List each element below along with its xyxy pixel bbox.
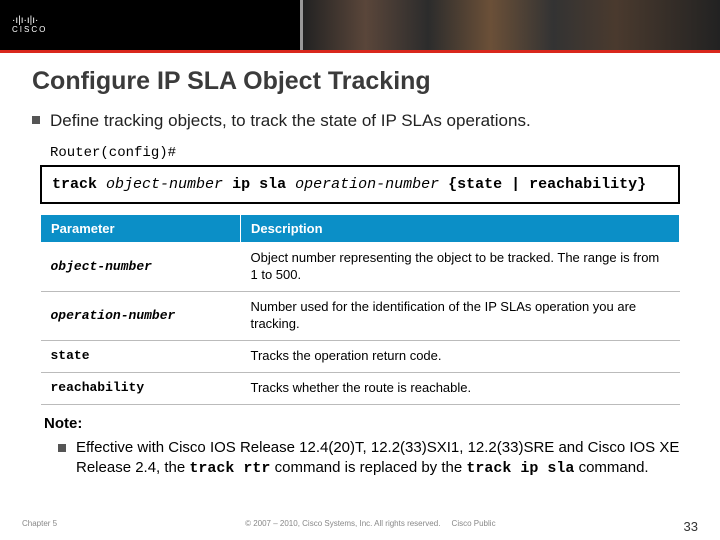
table-row: stateTracks the operation return code.	[41, 341, 680, 373]
param-name: state	[41, 341, 241, 373]
intro-bullet: Define tracking objects, to track the st…	[32, 110, 688, 133]
note-bullet: Effective with Cisco IOS Release 12.4(20…	[58, 438, 688, 480]
page-number: 33	[684, 519, 698, 534]
cmd-keyword: track	[52, 176, 97, 193]
command-syntax-box: track object-number ip sla operation-num…	[40, 165, 680, 205]
cmd-arg: operation-number	[295, 176, 439, 193]
note-label: Note:	[44, 415, 688, 432]
table-row: object-numberObject number representing …	[41, 243, 680, 292]
chapter-label: Chapter 5	[22, 519, 57, 534]
cli-prompt: Router(config)#	[50, 145, 688, 161]
cisco-logo: ·ı|ı·ı|ı· CISCO	[0, 15, 47, 35]
param-name: object-number	[41, 243, 241, 292]
header-bar: ·ı|ı·ı|ı· CISCO	[0, 0, 720, 50]
slide-content: Configure IP SLA Object Tracking Define …	[0, 53, 720, 479]
table-row: reachabilityTracks whether the route is …	[41, 372, 680, 404]
cmd-keyword: {state | reachability}	[448, 176, 646, 193]
copyright-text: © 2007 – 2010, Cisco Systems, Inc. All r…	[57, 519, 683, 534]
header-photo-strip	[300, 0, 720, 50]
table-header-row: Parameter Description	[41, 215, 680, 243]
col-description: Description	[241, 215, 680, 243]
table-row: operation-numberNumber used for the iden…	[41, 292, 680, 341]
param-desc: Tracks whether the route is reachable.	[241, 372, 680, 404]
bullet-icon	[58, 444, 66, 452]
intro-text: Define tracking objects, to track the st…	[50, 110, 531, 133]
param-desc: Number used for the identification of th…	[241, 292, 680, 341]
cmd-arg: object-number	[106, 176, 223, 193]
bullet-icon	[32, 116, 40, 124]
parameter-table: Parameter Description object-numberObjec…	[40, 214, 680, 404]
col-parameter: Parameter	[41, 215, 241, 243]
cmd-keyword: ip sla	[232, 176, 286, 193]
param-name: reachability	[41, 372, 241, 404]
param-desc: Object number representing the object to…	[241, 243, 680, 292]
param-name: operation-number	[41, 292, 241, 341]
slide-footer: Chapter 5 © 2007 – 2010, Cisco Systems, …	[0, 519, 720, 534]
note-text: Effective with Cisco IOS Release 12.4(20…	[76, 438, 688, 480]
param-desc: Tracks the operation return code.	[241, 341, 680, 373]
slide-title: Configure IP SLA Object Tracking	[32, 67, 688, 96]
